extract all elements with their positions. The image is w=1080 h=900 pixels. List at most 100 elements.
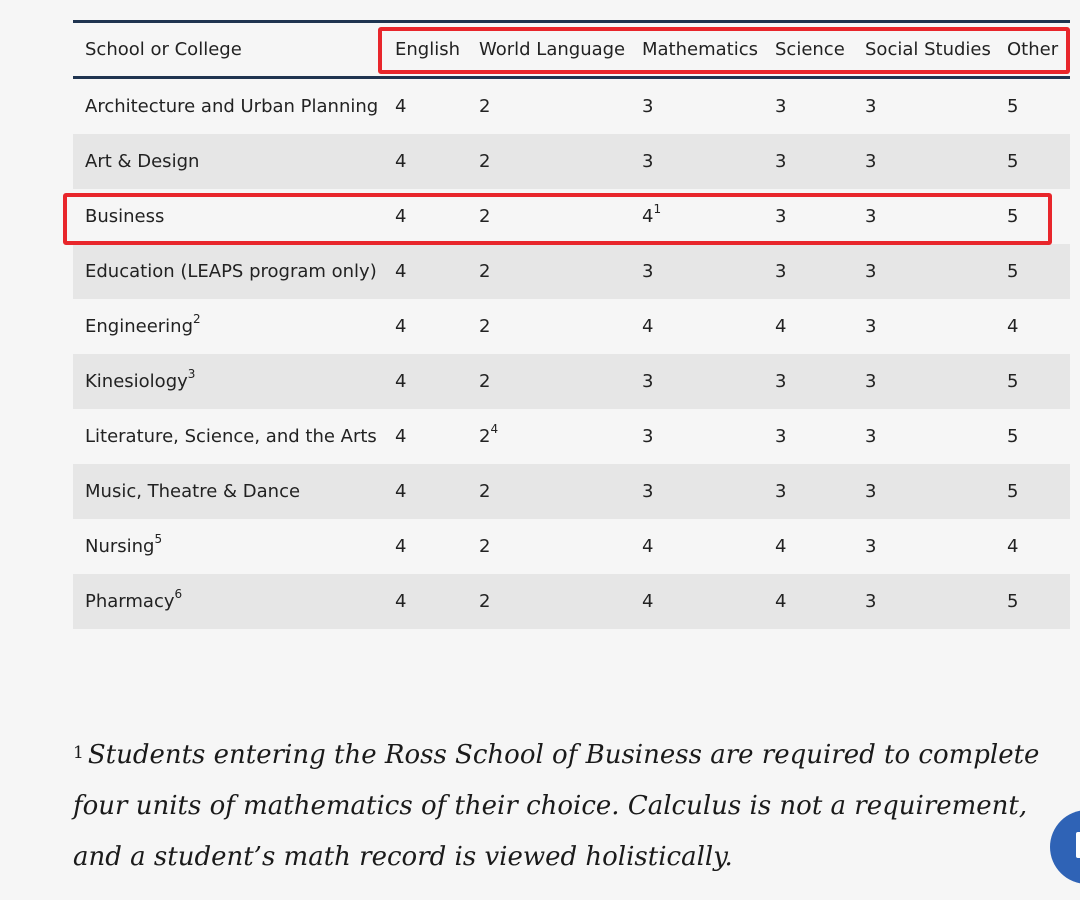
- cell-social-studies-value: 3: [865, 536, 877, 557]
- cell-social-studies: 3: [865, 299, 1007, 354]
- cell-world-language: 24: [479, 409, 642, 464]
- cell-school-value: Nursing: [85, 536, 155, 557]
- cell-english-value: 4: [395, 536, 407, 557]
- cell-english: 4: [395, 299, 479, 354]
- cell-science: 3: [775, 354, 865, 409]
- cell-school-value: Education (LEAPS program only): [85, 261, 377, 282]
- cell-mathematics: 3: [642, 77, 775, 134]
- cell-school: Nursing5: [73, 519, 395, 574]
- cell-school-value: Engineering: [85, 316, 193, 337]
- cell-mathematics: 3: [642, 464, 775, 519]
- cell-world-language: 2: [479, 189, 642, 244]
- cell-world-language-value: 2: [479, 536, 491, 557]
- cell-science: 3: [775, 464, 865, 519]
- header-other: Other: [1007, 21, 1070, 79]
- cell-mathematics: 4: [642, 299, 775, 354]
- footnote-marker: 1: [73, 743, 84, 763]
- table-row: Literature, Science, and the Arts 4 24 3 3 3 5: [73, 409, 1070, 464]
- cell-english: 4: [395, 189, 479, 244]
- cell-mathematics: 3: [642, 354, 775, 409]
- cell-social-studies-value: 3: [865, 316, 877, 337]
- footnote-text: Students entering the Ross School of Bus…: [73, 740, 1040, 872]
- cell-social-studies: 3: [865, 574, 1007, 629]
- cell-english: 4: [395, 519, 479, 574]
- cell-school-value: Pharmacy: [85, 591, 175, 612]
- cell-other: 5: [1007, 409, 1070, 464]
- cell-other: 4: [1007, 519, 1070, 574]
- cell-science: 4: [775, 574, 865, 629]
- cell-other: 5: [1007, 464, 1070, 519]
- cell-english-value: 4: [395, 261, 407, 282]
- cell-other: 5: [1007, 354, 1070, 409]
- cell-mathematics: 4: [642, 519, 775, 574]
- cell-english-value: 4: [395, 426, 407, 447]
- header-world-language: World Language: [479, 21, 642, 79]
- cell-school: Pharmacy6: [73, 574, 395, 629]
- cell-mathematics-value: 3: [642, 371, 654, 392]
- cell-mathematics-value: 3: [642, 261, 654, 282]
- table-row: Art & Design 4 2 3 3 3 5: [73, 134, 1070, 189]
- cell-science-value: 3: [775, 481, 787, 502]
- cell-world-language-value: 2: [479, 426, 491, 447]
- cell-world-language: 2: [479, 299, 642, 354]
- cell-english: 4: [395, 354, 479, 409]
- cell-mathematics: 3: [642, 409, 775, 464]
- cell-social-studies: 3: [865, 409, 1007, 464]
- cell-science: 4: [775, 299, 865, 354]
- cell-science-value: 4: [775, 316, 787, 337]
- footnote-reference: 1: [653, 202, 662, 216]
- table-row: Architecture and Urban Planning 4 2 3 3 3 5: [73, 77, 1070, 134]
- table-row: Music, Theatre & Dance 4 2 3 3 3 5: [73, 464, 1070, 519]
- header-school: School or College: [73, 21, 395, 79]
- cell-science-value: 3: [775, 206, 787, 227]
- cell-world-language-value: 2: [479, 591, 491, 612]
- cell-world-language-value: 2: [479, 261, 491, 282]
- cell-science: 3: [775, 244, 865, 299]
- cell-school-value: Art & Design: [85, 151, 200, 172]
- cell-school-value: Kinesiology: [85, 371, 188, 392]
- cell-other: 5: [1007, 134, 1070, 189]
- footnote-reference: 3: [187, 367, 196, 381]
- table-row: Engineering2 4 2 4 4 3 4: [73, 299, 1070, 354]
- cell-world-language-value: 2: [479, 206, 491, 227]
- cell-other-value: 4: [1007, 536, 1019, 557]
- cell-social-studies: 3: [865, 134, 1007, 189]
- cell-mathematics-value: 3: [642, 481, 654, 502]
- cell-school: Art & Design: [73, 134, 395, 189]
- cell-world-language-value: 2: [479, 151, 491, 172]
- cell-science-value: 3: [775, 371, 787, 392]
- cell-social-studies-value: 3: [865, 206, 877, 227]
- cell-science: 3: [775, 189, 865, 244]
- cell-world-language: 2: [479, 134, 642, 189]
- cell-world-language: 2: [479, 574, 642, 629]
- cell-english-value: 4: [395, 151, 407, 172]
- header-mathematics: Mathematics: [642, 21, 775, 79]
- cell-school: Engineering2: [73, 299, 395, 354]
- cell-social-studies: 3: [865, 244, 1007, 299]
- cell-science: 3: [775, 409, 865, 464]
- cell-science-value: 4: [775, 591, 787, 612]
- cell-other: 5: [1007, 244, 1070, 299]
- cell-other: 4: [1007, 299, 1070, 354]
- footnote-reference: 4: [490, 422, 499, 436]
- cell-other-value: 5: [1007, 151, 1019, 172]
- cell-other-value: 5: [1007, 206, 1019, 227]
- page: School or College English World Language…: [0, 0, 1080, 900]
- footnote-reference: 5: [154, 532, 163, 546]
- table-row: Nursing5 4 2 4 4 3 4: [73, 519, 1070, 574]
- cell-school-value: Architecture and Urban Planning: [85, 96, 379, 117]
- cell-world-language: 2: [479, 354, 642, 409]
- cell-other-value: 5: [1007, 96, 1019, 117]
- chat-icon: [1076, 832, 1080, 858]
- cell-school: Kinesiology3: [73, 354, 395, 409]
- cell-mathematics: 4: [642, 574, 775, 629]
- cell-social-studies-value: 3: [865, 261, 877, 282]
- cell-social-studies: 3: [865, 519, 1007, 574]
- table-row: Kinesiology3 4 2 3 3 3 5: [73, 354, 1070, 409]
- cell-science: 4: [775, 519, 865, 574]
- cell-english: 4: [395, 409, 479, 464]
- cell-other: 5: [1007, 189, 1070, 244]
- cell-english: 4: [395, 574, 479, 629]
- header-social-studies: Social Studies: [865, 21, 1007, 79]
- footnote-reference: 2: [193, 312, 201, 326]
